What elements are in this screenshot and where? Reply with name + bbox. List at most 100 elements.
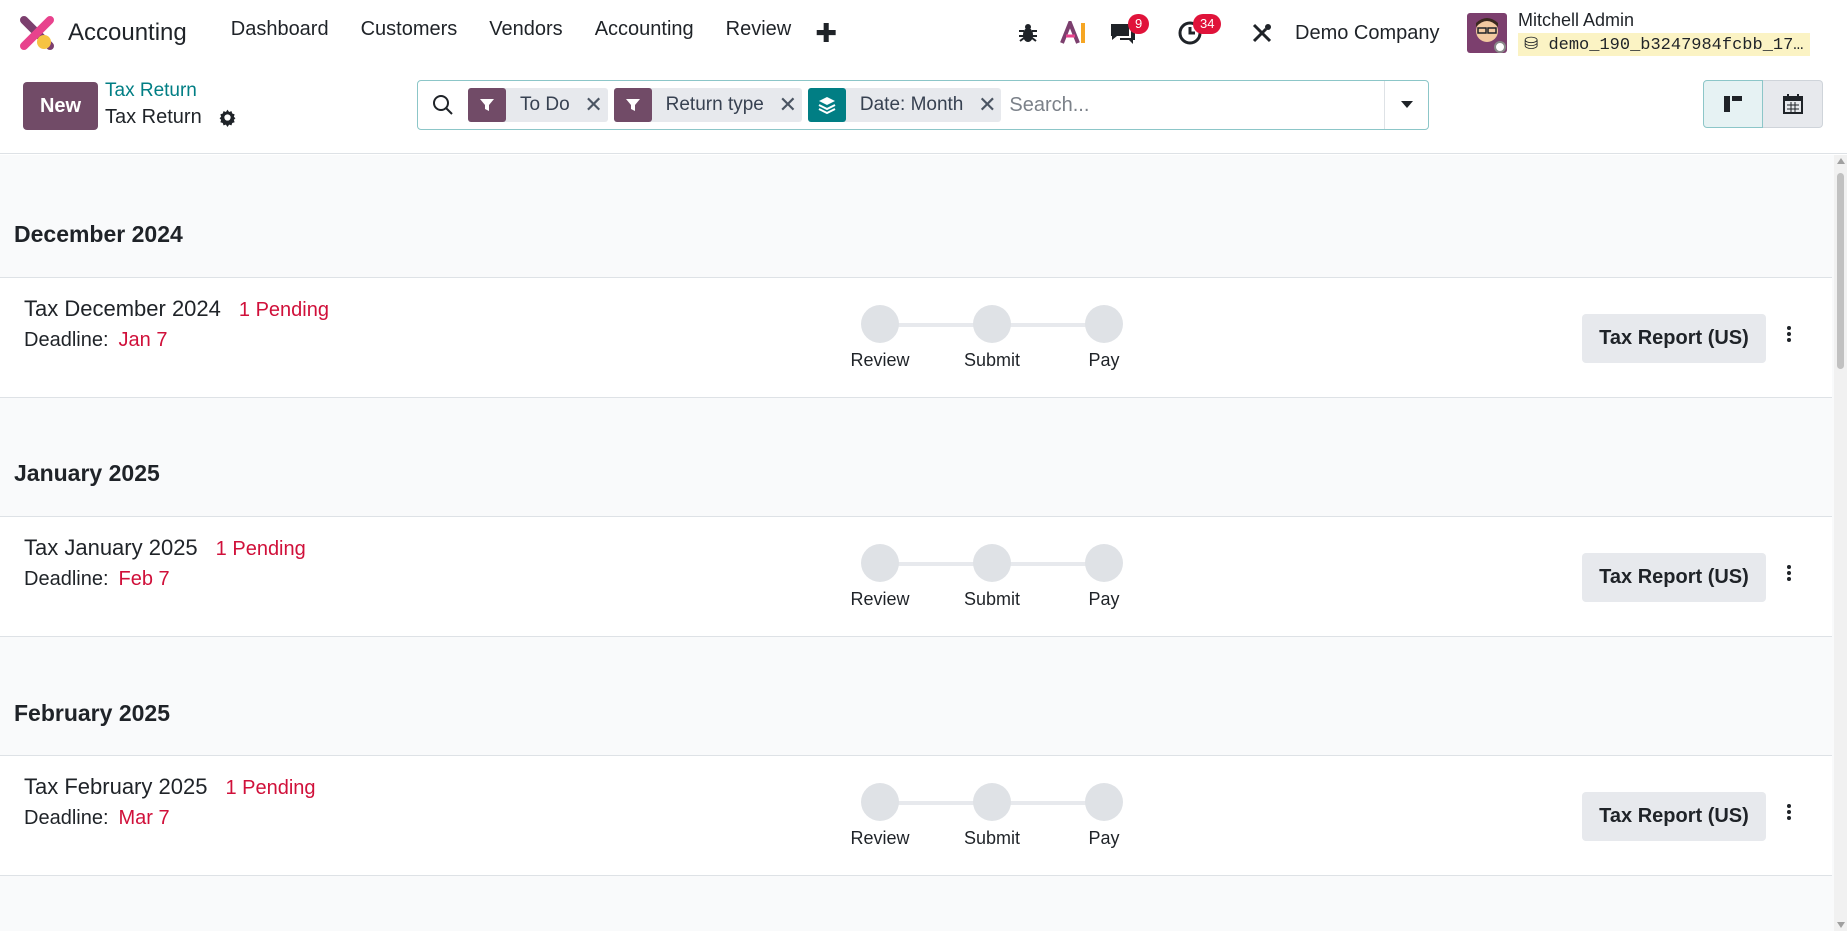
breadcrumb-parent[interactable]: Tax Return	[105, 80, 197, 102]
messages-badge: 9	[1128, 14, 1150, 34]
search-input[interactable]	[1009, 93, 1340, 117]
kanban-view-button[interactable]	[1703, 80, 1763, 128]
step-pay-dot[interactable]	[1085, 544, 1123, 582]
search-bar: To Do ✕ Return type ✕ Date: Month ✕	[417, 80, 1429, 130]
scrollbar-thumb[interactable]	[1837, 173, 1844, 369]
filter-icon	[613, 88, 652, 122]
menu-customers[interactable]: Customers	[345, 18, 474, 49]
step-label: Review	[850, 589, 910, 609]
step-pay-dot[interactable]	[1085, 783, 1123, 821]
group-title: January 2025	[14, 460, 160, 486]
tax-return-card[interactable]: Tax January 2025 1 Pending Deadline: Feb 7…	[0, 516, 1832, 637]
breadcrumb-current: Tax Return	[105, 106, 202, 128]
step-label: Review	[850, 350, 910, 370]
ai-icon[interactable]	[1060, 0, 1088, 66]
kanban-grouped-list: December 2024 Tax December 2024 1 Pending…	[0, 155, 1847, 931]
debug-icon[interactable]	[1017, 0, 1039, 66]
deadline: Deadline: Feb 7	[24, 568, 170, 591]
settings-tools-icon[interactable]	[1250, 0, 1274, 66]
step-review-dot[interactable]	[861, 305, 899, 343]
step-pay-dot[interactable]	[1085, 305, 1123, 343]
company-switcher[interactable]: Demo Company	[1295, 0, 1440, 66]
remove-facet-icon[interactable]: ✕	[774, 88, 802, 122]
facet-to-do: To Do ✕	[468, 88, 608, 122]
tax-report-button[interactable]: Tax Report (US)	[1582, 553, 1766, 602]
facet-label: To Do	[520, 94, 570, 115]
group-title: February 2025	[14, 700, 170, 726]
menu-dashboard[interactable]: Dashboard	[215, 18, 345, 49]
user-menu[interactable]: Mitchell Admin ⛁ demo_190_b3247984fcbb_1…	[1518, 0, 1810, 66]
deadline: Deadline: Mar 7	[24, 807, 170, 830]
pending-badge: 1 Pending	[238, 299, 329, 321]
search-options-toggle[interactable]	[1384, 81, 1428, 129]
step-submit-dot[interactable]	[973, 783, 1011, 821]
search-icon[interactable]	[432, 94, 454, 116]
step-submit-dot[interactable]	[973, 544, 1011, 582]
scroll-up-arrow-icon[interactable]	[1837, 158, 1845, 164]
tax-report-button[interactable]: Tax Report (US)	[1582, 792, 1766, 841]
scroll-down-arrow-icon[interactable]	[1837, 922, 1845, 928]
record-title: Tax December 2024 1 Pending	[24, 296, 329, 322]
deadline-label: Deadline:	[24, 807, 109, 829]
database-label: demo_190_b3247984fcbb_17…	[1548, 36, 1804, 55]
activities-icon[interactable]: 34	[1177, 0, 1222, 66]
accounting-app-icon	[20, 16, 54, 50]
top-navbar: Accounting Dashboard Customers Vendors A…	[0, 0, 1847, 66]
menu-vendors[interactable]: Vendors	[473, 18, 578, 49]
group-by-icon	[807, 88, 846, 122]
tax-return-card[interactable]: Tax December 2024 1 Pending Deadline: Jan …	[0, 277, 1832, 398]
calendar-icon	[1782, 94, 1803, 114]
step-review-dot[interactable]	[861, 783, 899, 821]
deadline: Deadline: Jan 7	[24, 329, 167, 352]
tax-return-card[interactable]: Tax February 2025 1 Pending Deadline: Mar …	[0, 755, 1832, 876]
new-button[interactable]: New	[23, 82, 98, 130]
step-review-dot[interactable]	[861, 544, 899, 582]
vertical-scrollbar[interactable]	[1834, 155, 1847, 931]
deadline-label: Deadline:	[24, 329, 109, 351]
menu-review[interactable]: Review	[710, 18, 808, 49]
filter-icon	[468, 88, 506, 122]
calendar-view-button[interactable]	[1763, 80, 1823, 128]
menu-accounting[interactable]: Accounting	[579, 18, 710, 49]
more-options-icon[interactable]	[1782, 563, 1796, 591]
progress-steps: Review Submit Pay	[846, 544, 1126, 609]
group-title: December 2024	[14, 221, 183, 247]
step-label: Submit	[963, 350, 1021, 370]
user-name: Mitchell Admin	[1518, 10, 1635, 30]
deadline-value: Mar 7	[118, 807, 170, 829]
progress-steps: Review Submit Pay	[846, 783, 1126, 848]
step-label: Submit	[963, 589, 1021, 609]
step-submit-dot[interactable]	[973, 305, 1011, 343]
step-label: Pay	[1088, 589, 1120, 609]
remove-facet-icon[interactable]: ✕	[580, 88, 608, 122]
deadline-label: Deadline:	[24, 568, 109, 590]
record-title: Tax February 2025 1 Pending	[24, 774, 316, 800]
database-name: ⛁ demo_190_b3247984fcbb_17…	[1518, 33, 1810, 56]
step-label: Pay	[1088, 350, 1120, 370]
user-avatar[interactable]	[1467, 0, 1507, 66]
more-options-icon[interactable]	[1782, 324, 1796, 352]
step-label: Submit	[963, 828, 1021, 848]
pending-badge: 1 Pending	[215, 538, 306, 560]
step-label: Pay	[1088, 828, 1120, 848]
add-menu-icon[interactable]: ✚	[815, 18, 837, 49]
record-name: Tax January 2025	[24, 535, 198, 560]
facet-label: Date: Month	[859, 94, 964, 115]
control-panel: New Tax Return Tax Return To Do ✕ Return…	[0, 66, 1847, 154]
messages-icon[interactable]: 9	[1108, 0, 1150, 66]
app-brand[interactable]: Accounting	[20, 0, 187, 66]
remove-facet-icon[interactable]: ✕	[973, 88, 1001, 122]
kanban-icon	[1724, 96, 1742, 112]
tax-report-button[interactable]: Tax Report (US)	[1582, 314, 1766, 363]
step-label: Review	[850, 828, 910, 848]
facet-return-type: Return type ✕	[613, 88, 802, 122]
deadline-value: Jan 7	[118, 329, 168, 351]
database-icon: ⛁	[1524, 36, 1539, 55]
gear-icon[interactable]	[218, 108, 237, 132]
record-title: Tax January 2025 1 Pending	[24, 535, 306, 561]
more-options-icon[interactable]	[1782, 802, 1796, 830]
caret-down-icon	[1400, 101, 1413, 108]
facet-label: Return type	[665, 94, 764, 115]
facet-date-month: Date: Month ✕	[807, 88, 1002, 122]
record-name: Tax December 2024	[24, 296, 221, 321]
